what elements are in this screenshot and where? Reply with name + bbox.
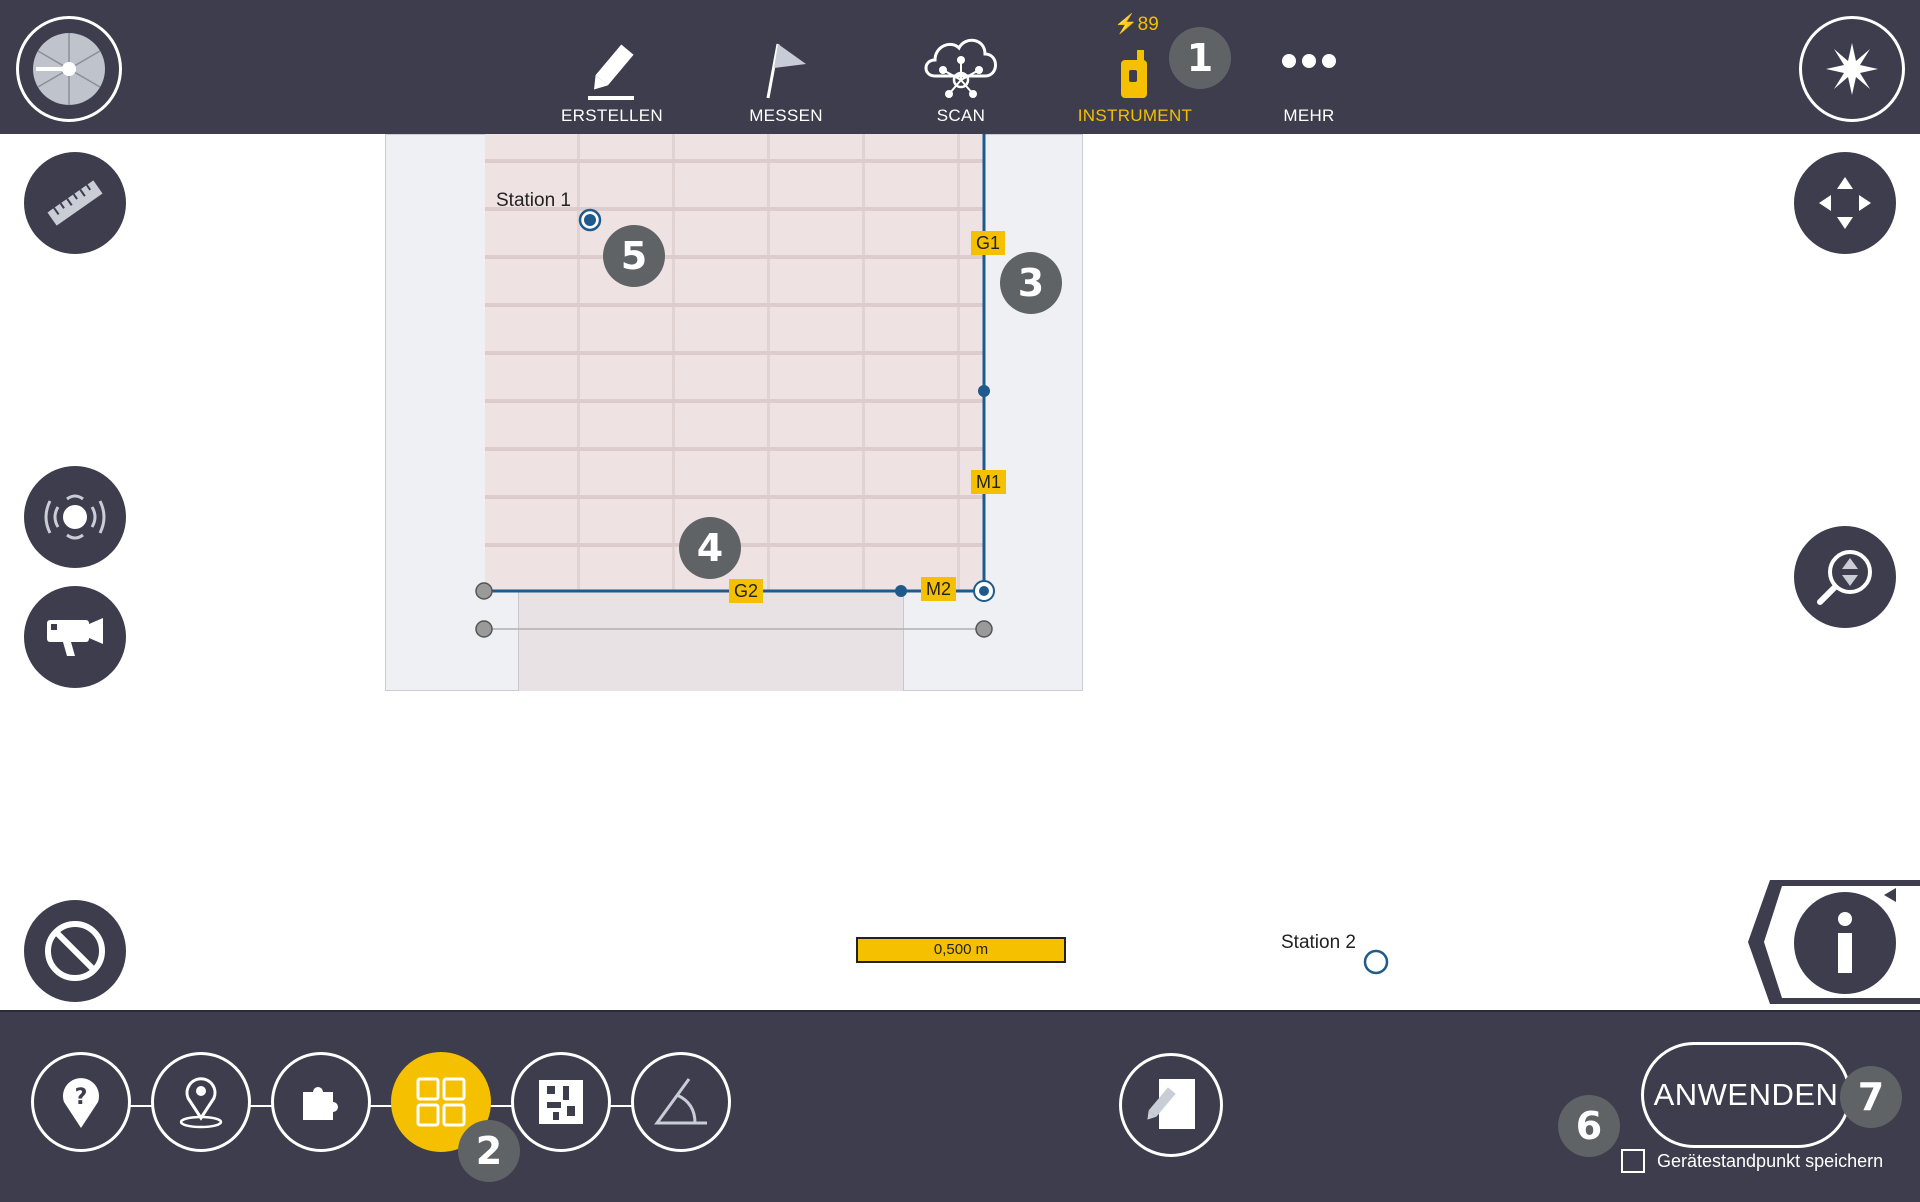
tag-g1[interactable]: G1 [971,231,1006,255]
cloud-network-icon [924,38,997,98]
location-pin-icon [179,1077,223,1129]
zoom-button[interactable] [1794,526,1896,628]
callout-marker-6: 6 [1558,1095,1620,1157]
tab-label: SCAN [936,106,986,125]
tag-m1[interactable]: M1 [971,470,1007,494]
scale-bar: 0,500 m [856,937,1066,963]
compass-disc-icon [33,33,105,105]
station2-label: Station 2 [1281,932,1356,953]
measure-tape-button[interactable] [24,152,126,254]
wall-lines [475,134,1389,975]
instrument-icon [1121,50,1147,98]
puzzle-button[interactable] [271,1052,371,1152]
signal-waves-icon [44,494,106,540]
tab-mehr[interactable]: MEHR [1234,20,1384,126]
puzzle-icon [303,1087,338,1120]
tab-messen[interactable]: MESSEN [711,20,861,126]
wall-vertex [978,385,990,397]
prohibited-icon [45,921,105,981]
laser-burst-icon [1826,43,1878,95]
callout-marker-5: 5 [603,225,665,287]
info-panel-tab[interactable] [1746,880,1920,1004]
station1-label: Station 1 [496,190,571,211]
angle-icon [654,1078,707,1125]
pencil-icon [588,44,634,100]
station2-point [1363,949,1389,975]
help-location-button[interactable]: ? [31,1052,131,1152]
svg-text:?: ? [75,1085,88,1110]
info-button[interactable] [1794,892,1896,994]
notes-button[interactable] [1119,1053,1223,1157]
location-question-icon: ? [63,1078,99,1128]
callout-marker-7: 7 [1840,1066,1902,1128]
tag-m2[interactable]: M2 [921,577,957,601]
qr-code-icon [539,1080,583,1124]
apply-button[interactable]: ANWENDEN [1641,1042,1851,1148]
tab-label: ERSTELLEN [561,106,663,125]
flag-icon [766,43,806,99]
notepad-edit-icon [1147,1079,1195,1129]
tab-label: MESSEN [749,106,823,125]
grid-icon [416,1077,466,1127]
location-pin-button[interactable] [151,1052,251,1152]
tag-g2[interactable]: G2 [729,579,764,603]
remote-signal-button[interactable] [24,466,126,568]
callout-marker-4: 4 [679,517,741,579]
tab-label: INSTRUMENT [1077,106,1193,125]
compass-button[interactable] [16,16,122,122]
corner-handle [475,582,493,600]
info-icon [1838,912,1852,973]
more-dots-icon [1282,54,1336,68]
pan-button[interactable] [1794,152,1896,254]
tab-label: MEHR [1283,106,1335,125]
qr-target-button[interactable] [511,1052,611,1152]
corner-handle [975,620,993,638]
battery-indicator: ⚡89 [1114,14,1159,35]
callout-marker-2: 2 [458,1120,520,1182]
callout-marker-3: 3 [1000,252,1062,314]
callout-marker-1: 1 [1169,27,1231,89]
tab-erstellen[interactable]: ERSTELLEN [537,20,687,126]
corner-handle [475,620,493,638]
camera-icon [47,618,103,656]
camera-button[interactable] [24,586,126,688]
zoom-magnifier-icon [1817,550,1872,605]
save-station-label: Gerätestandpunkt speichern [1657,1151,1884,1171]
laser-button[interactable] [1799,16,1905,122]
cancel-button[interactable] [24,900,126,1002]
move-arrows-icon [1819,177,1871,229]
tab-scan[interactable]: SCAN [886,20,1036,126]
save-station-checkbox[interactable] [1621,1149,1645,1173]
plan-canvas[interactable]: Station 1 Station 2 G1 M1 G2 M2 0,500 m [0,134,1920,1010]
wall-vertex [895,585,907,597]
angle-button[interactable] [631,1052,731,1152]
ruler-icon [47,180,103,226]
